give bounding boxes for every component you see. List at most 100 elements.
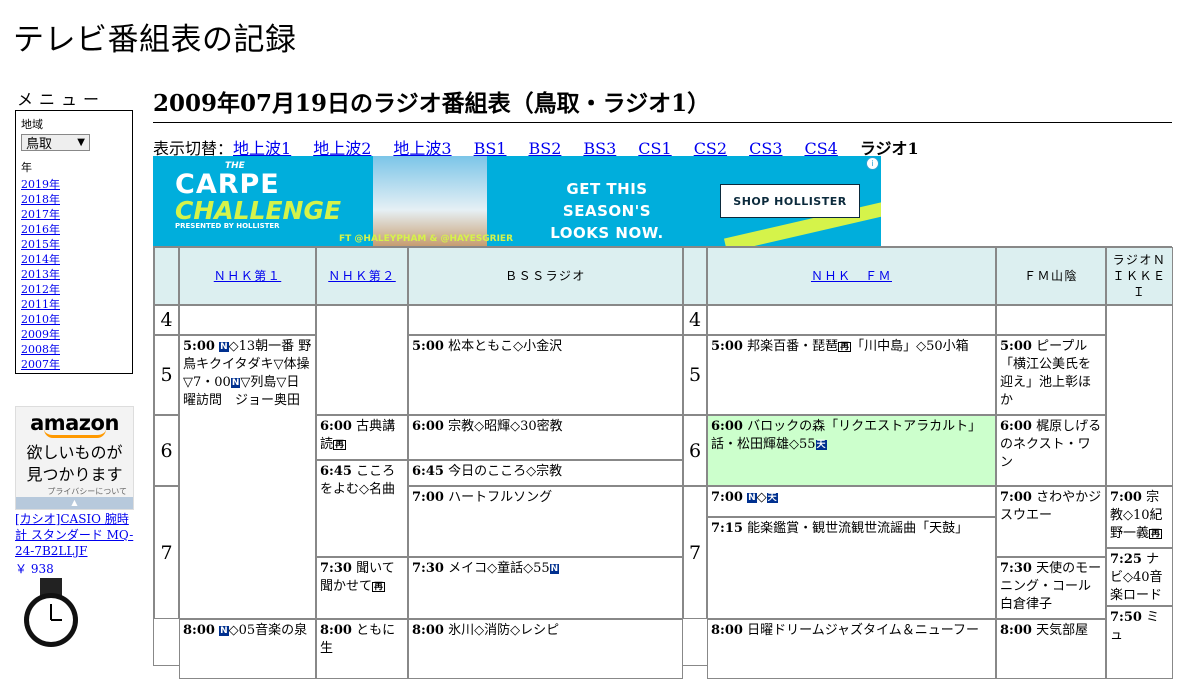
channel-header: ＮＨＫ ＦＭ <box>707 247 996 305</box>
program-cell[interactable]: 7:30 メイコ◇童話◇55N <box>408 557 683 619</box>
ad-photo <box>373 156 487 246</box>
program-cell[interactable]: 7:15 能楽鑑賞・観世流観世流謡曲「天鼓」 <box>707 517 996 619</box>
hour-label: 4 <box>154 305 179 335</box>
program-cell[interactable]: 7:50 ミュ <box>1106 606 1173 679</box>
product-title[interactable]: [カシオ]CASIO 腕時計 スタンダード MQ-24-7B2LLJF <box>15 512 133 558</box>
year-link[interactable]: 2012年 <box>21 283 60 296</box>
program-cell[interactable]: 5:00 松本ともこ◇小金沢 <box>408 335 683 415</box>
year-link[interactable]: 2015年 <box>21 238 60 251</box>
program-time: 5:00 <box>183 339 215 354</box>
amazon-message-line2: 見つかります <box>26 465 123 484</box>
program-cell[interactable]: 6:45 こころをよむ◇名曲 <box>316 460 408 557</box>
program-cell[interactable]: 7:00 ハートフルソング <box>408 486 683 557</box>
watch-image[interactable] <box>20 578 82 648</box>
program-cell-current[interactable]: 6:00 バロックの森「リクエストアラカルト」話・松田輝雄◇55天 <box>707 415 996 486</box>
program-cell-empty <box>316 305 408 415</box>
news-badge-icon: N <box>219 626 229 636</box>
year-link[interactable]: 2011年 <box>21 298 60 311</box>
program-time: 7:00 <box>412 490 444 505</box>
year-link[interactable]: 2010年 <box>21 313 60 326</box>
hour-label: 6 <box>683 415 707 486</box>
channel-link-nhkfm[interactable]: ＮＨＫ ＦＭ <box>811 268 892 284</box>
program-time: 7:30 <box>1000 561 1032 576</box>
region-select[interactable]: 鳥取 ▼ <box>21 134 90 152</box>
program-time: 7:50 <box>1110 610 1142 625</box>
hour-label: 5 <box>683 335 707 415</box>
year-link[interactable]: 2014年 <box>21 253 60 266</box>
program-cell-empty <box>1106 305 1173 486</box>
program-time: 7:15 <box>711 521 743 536</box>
product-link[interactable]: [カシオ]CASIO 腕時計 スタンダード MQ-24-7B2LLJF <box>15 511 140 559</box>
program-time: 6:00 <box>412 419 444 434</box>
program-cell[interactable]: 7:30 天使のモーニング・コール 白倉律子 <box>996 557 1106 619</box>
program-title: 天気部屋 <box>1036 623 1089 638</box>
program-cell-empty <box>996 305 1106 335</box>
hour-label: 7 <box>683 486 707 619</box>
repeat-badge-icon: 再 <box>333 440 347 450</box>
program-title: 宗教◇昭輝◇30密教 <box>448 419 563 434</box>
news-badge-icon: N <box>549 564 560 574</box>
ad-tagline-line1: GET THIS SEASON'S <box>562 180 652 220</box>
ad-tagline-line2: LOOKS NOW. <box>550 224 664 242</box>
program-title: 氷川◇消防◇レシピ <box>448 623 560 638</box>
program-time: 8:00 <box>1000 623 1032 638</box>
program-time: 6:45 <box>320 464 352 479</box>
amazon-privacy[interactable]: プライバシーについて <box>16 486 133 497</box>
ad-info-icon[interactable]: i <box>866 157 879 170</box>
program-cell[interactable]: 7:30 聞いて聞かせて再 <box>316 557 408 619</box>
year-link[interactable]: 2007年 <box>21 358 60 371</box>
program-cell[interactable]: 5:00 ピープル「横江公美氏を迎え」池上彰ほか <box>996 335 1106 415</box>
program-cell[interactable]: 8:00 N◇05音楽の泉 <box>179 619 316 679</box>
program-title: バロックの森「リクエストアラカルト」話・松田輝雄◇55 <box>711 419 982 452</box>
program-cell-empty <box>408 305 683 335</box>
channel-link-nhk2[interactable]: ＮＨＫ第２ <box>328 268 396 284</box>
year-link[interactable]: 2019年 <box>21 178 60 191</box>
chevron-up-icon[interactable]: ▲ <box>16 497 133 509</box>
program-cell[interactable]: 7:00 宗教◇10紀野一義再 <box>1106 486 1173 548</box>
program-time: 6:45 <box>412 464 444 479</box>
channel-link-nhk1[interactable]: ＮＨＫ第１ <box>214 268 282 284</box>
program-cell[interactable]: 7:00 N◇天 <box>707 486 996 517</box>
banner-ad[interactable]: THE CARPE CHALLENGE PRESENTED BY HOLLIST… <box>153 156 881 246</box>
year-link[interactable]: 2016年 <box>21 223 60 236</box>
weather-badge-icon: 天 <box>815 440 827 450</box>
year-link[interactable]: 2009年 <box>21 328 60 341</box>
program-cell[interactable]: 5:00 邦楽百番・琵琶再「川中島」◇50小箱 <box>707 335 996 415</box>
year-link[interactable]: 2018年 <box>21 193 60 206</box>
year-link[interactable]: 2008年 <box>21 343 60 356</box>
year-link[interactable]: 2013年 <box>21 268 60 281</box>
program-cell[interactable]: 8:00 天気部屋 <box>996 619 1106 679</box>
program-time: 5:00 <box>1000 339 1032 354</box>
site-title: テレビ番組表の記録 <box>13 22 297 58</box>
program-title: メイコ◇童話◇55 <box>448 561 550 576</box>
year-link[interactable]: 2017年 <box>21 208 60 221</box>
amazon-ad[interactable]: amazon 欲しいものが 見つかります プライバシーについて ▲ <box>15 406 134 510</box>
program-title: ◇ <box>756 490 767 505</box>
program-cell-empty <box>179 305 316 335</box>
channel-header: ＮＨＫ第２ <box>316 247 408 305</box>
hour-label: 4 <box>683 305 707 335</box>
repeat-badge-icon: 再 <box>838 342 852 352</box>
program-title: ◇05音楽の泉 <box>228 623 308 638</box>
program-cell[interactable]: 5:00 N◇13朝一番 野鳥キクイタダキ▽体操▽7・00N▽列島▽日曜訪問 ジ… <box>179 335 316 619</box>
ad-shop-button[interactable]: SHOP HOLLISTER <box>720 184 860 218</box>
program-cell[interactable]: 6:00 古典講読再 <box>316 415 408 460</box>
program-cell[interactable]: 8:00 氷川◇消防◇レシピ <box>408 619 683 679</box>
program-title: 日曜ドリームジャズタイム＆ニューフー <box>747 623 979 638</box>
program-cell[interactable]: 7:25 ナビ◇40音楽ロード <box>1106 548 1173 606</box>
program-cell[interactable]: 8:00 ともに生 <box>316 619 408 679</box>
program-cell[interactable]: 8:00 日曜ドリームジャズタイム＆ニューフー <box>707 619 996 679</box>
page-title: 2009年07月19日のラジオ番組表（鳥取・ラジオ1） <box>153 84 1172 123</box>
corner-cell <box>683 247 707 305</box>
program-cell[interactable]: 6:45 今日のこころ◇宗教 <box>408 460 683 486</box>
program-cell[interactable]: 6:00 梶原しげるのネクスト・ワン <box>996 415 1106 486</box>
program-time: 7:25 <box>1110 552 1142 567</box>
ad-carpe: CARPE <box>175 169 280 200</box>
program-time: 6:00 <box>711 419 743 434</box>
program-time: 8:00 <box>320 623 352 638</box>
news-badge-icon: N <box>230 378 241 388</box>
program-cell[interactable]: 6:00 宗教◇昭輝◇30密教 <box>408 415 683 460</box>
program-title: 能楽鑑賞・観世流観世流謡曲「天鼓」 <box>747 521 969 536</box>
program-cell[interactable]: 7:00 さわやかジスウエー <box>996 486 1106 557</box>
program-time: 7:00 <box>1000 490 1032 505</box>
